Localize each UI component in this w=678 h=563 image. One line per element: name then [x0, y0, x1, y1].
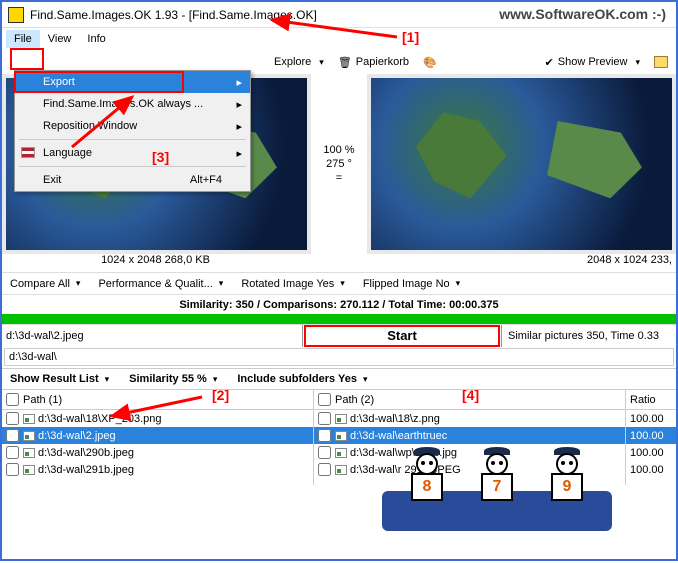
opt-perf[interactable]: Performance & Qualit...	[98, 278, 223, 290]
row-2-1[interactable]: d:\3d-wal\18\z.png	[314, 410, 625, 427]
menubar: File View Info	[2, 28, 676, 50]
start-button[interactable]: Start	[302, 325, 502, 347]
filter-sim[interactable]: Similarity 55 %	[129, 373, 217, 385]
row-1-3[interactable]: d:\3d-wal\290b.jpeg	[2, 444, 313, 461]
flag-icon	[21, 147, 35, 158]
app-icon	[8, 7, 24, 23]
preview-right[interactable]	[371, 78, 672, 250]
show-preview-toggle[interactable]: ✔ Show Preview	[545, 56, 640, 69]
path1-display[interactable]: d:\3d-wal\2.jpeg	[2, 328, 302, 344]
menu-exit[interactable]: ExitAlt+F4	[15, 169, 250, 191]
head-ratio[interactable]: Ratio	[626, 390, 676, 410]
filter-row: Show Result List Similarity 55 % Include…	[2, 368, 676, 390]
image-icon	[23, 448, 35, 458]
head-path1[interactable]: Path (1)	[2, 390, 313, 410]
path2-input[interactable]	[4, 348, 674, 366]
status-text: Similar pictures 350, Time 0.33	[502, 330, 665, 342]
summary: Similarity: 350 / Comparisons: 270.112 /…	[2, 294, 676, 314]
filter-show[interactable]: Show Result List	[10, 373, 109, 385]
trash-icon: 🗑	[338, 56, 352, 69]
papierkorb-button[interactable]: 🗑Papierkorb	[338, 56, 409, 69]
row-1-1[interactable]: d:\3d-wal\18\XP_203.png	[2, 410, 313, 427]
menu-reposition[interactable]: Reposition Window	[15, 115, 250, 137]
window-title: Find.Same.Images.OK 1.93 - [Find.Same.Im…	[30, 8, 317, 22]
file-dropdown: Export Find.Same.Images.OK always ... Re…	[14, 70, 251, 192]
image-icon	[335, 465, 347, 475]
image-icon	[335, 431, 347, 441]
preview-meta: 100 % 275 ° =	[311, 74, 367, 254]
progress-bar	[2, 314, 676, 324]
menu-always[interactable]: Find.Same.Images.OK always ...	[15, 93, 250, 115]
filter-sub[interactable]: Include subfolders Yes	[237, 373, 367, 385]
watermark: www.SoftwareOK.com :-)	[499, 6, 666, 22]
opt-compare[interactable]: Compare All	[10, 278, 80, 290]
menu-view[interactable]: View	[40, 30, 80, 48]
image-icon	[23, 465, 35, 475]
image-icon	[23, 414, 35, 424]
path-row-2	[2, 346, 676, 368]
row-1-2[interactable]: d:\3d-wal\2.jpeg	[2, 427, 313, 444]
caption-row: 1024 x 2048 268,0 KB 2048 x 1024 233,	[2, 254, 676, 272]
col-path1: Path (1) d:\3d-wal\18\XP_203.png d:\3d-w…	[2, 390, 314, 485]
mascot-overlay: 8 7 9	[382, 431, 612, 531]
image-icon	[23, 431, 35, 441]
color-icon[interactable]: 🎨	[423, 56, 437, 69]
opt-flipped[interactable]: Flipped Image No	[363, 278, 460, 290]
image-icon	[335, 448, 347, 458]
menu-language[interactable]: Language	[15, 142, 250, 164]
options-row: Compare All Performance & Qualit... Rota…	[2, 272, 676, 294]
menu-file[interactable]: File	[6, 30, 40, 48]
explore-button[interactable]: Explore	[274, 56, 324, 68]
checkbox-all-1[interactable]	[6, 393, 19, 406]
caption-left: 1024 x 2048 268,0 KB	[2, 254, 309, 272]
path-row-1: d:\3d-wal\2.jpeg Start Similar pictures …	[2, 324, 676, 346]
checkbox-all-2[interactable]	[318, 393, 331, 406]
opt-rotated[interactable]: Rotated Image Yes	[241, 278, 345, 290]
head-path2[interactable]: Path (2)	[314, 390, 625, 410]
menu-info[interactable]: Info	[79, 30, 113, 48]
row-1-4[interactable]: d:\3d-wal\291b.jpeg	[2, 461, 313, 478]
col-ratio: Ratio 100.00 100.00 100.00 100.00	[626, 390, 676, 485]
caption-right: 2048 x 1024 233,	[365, 254, 676, 272]
menu-export[interactable]: Export	[15, 71, 250, 93]
folder-icon[interactable]	[654, 56, 668, 68]
image-icon	[335, 414, 347, 424]
